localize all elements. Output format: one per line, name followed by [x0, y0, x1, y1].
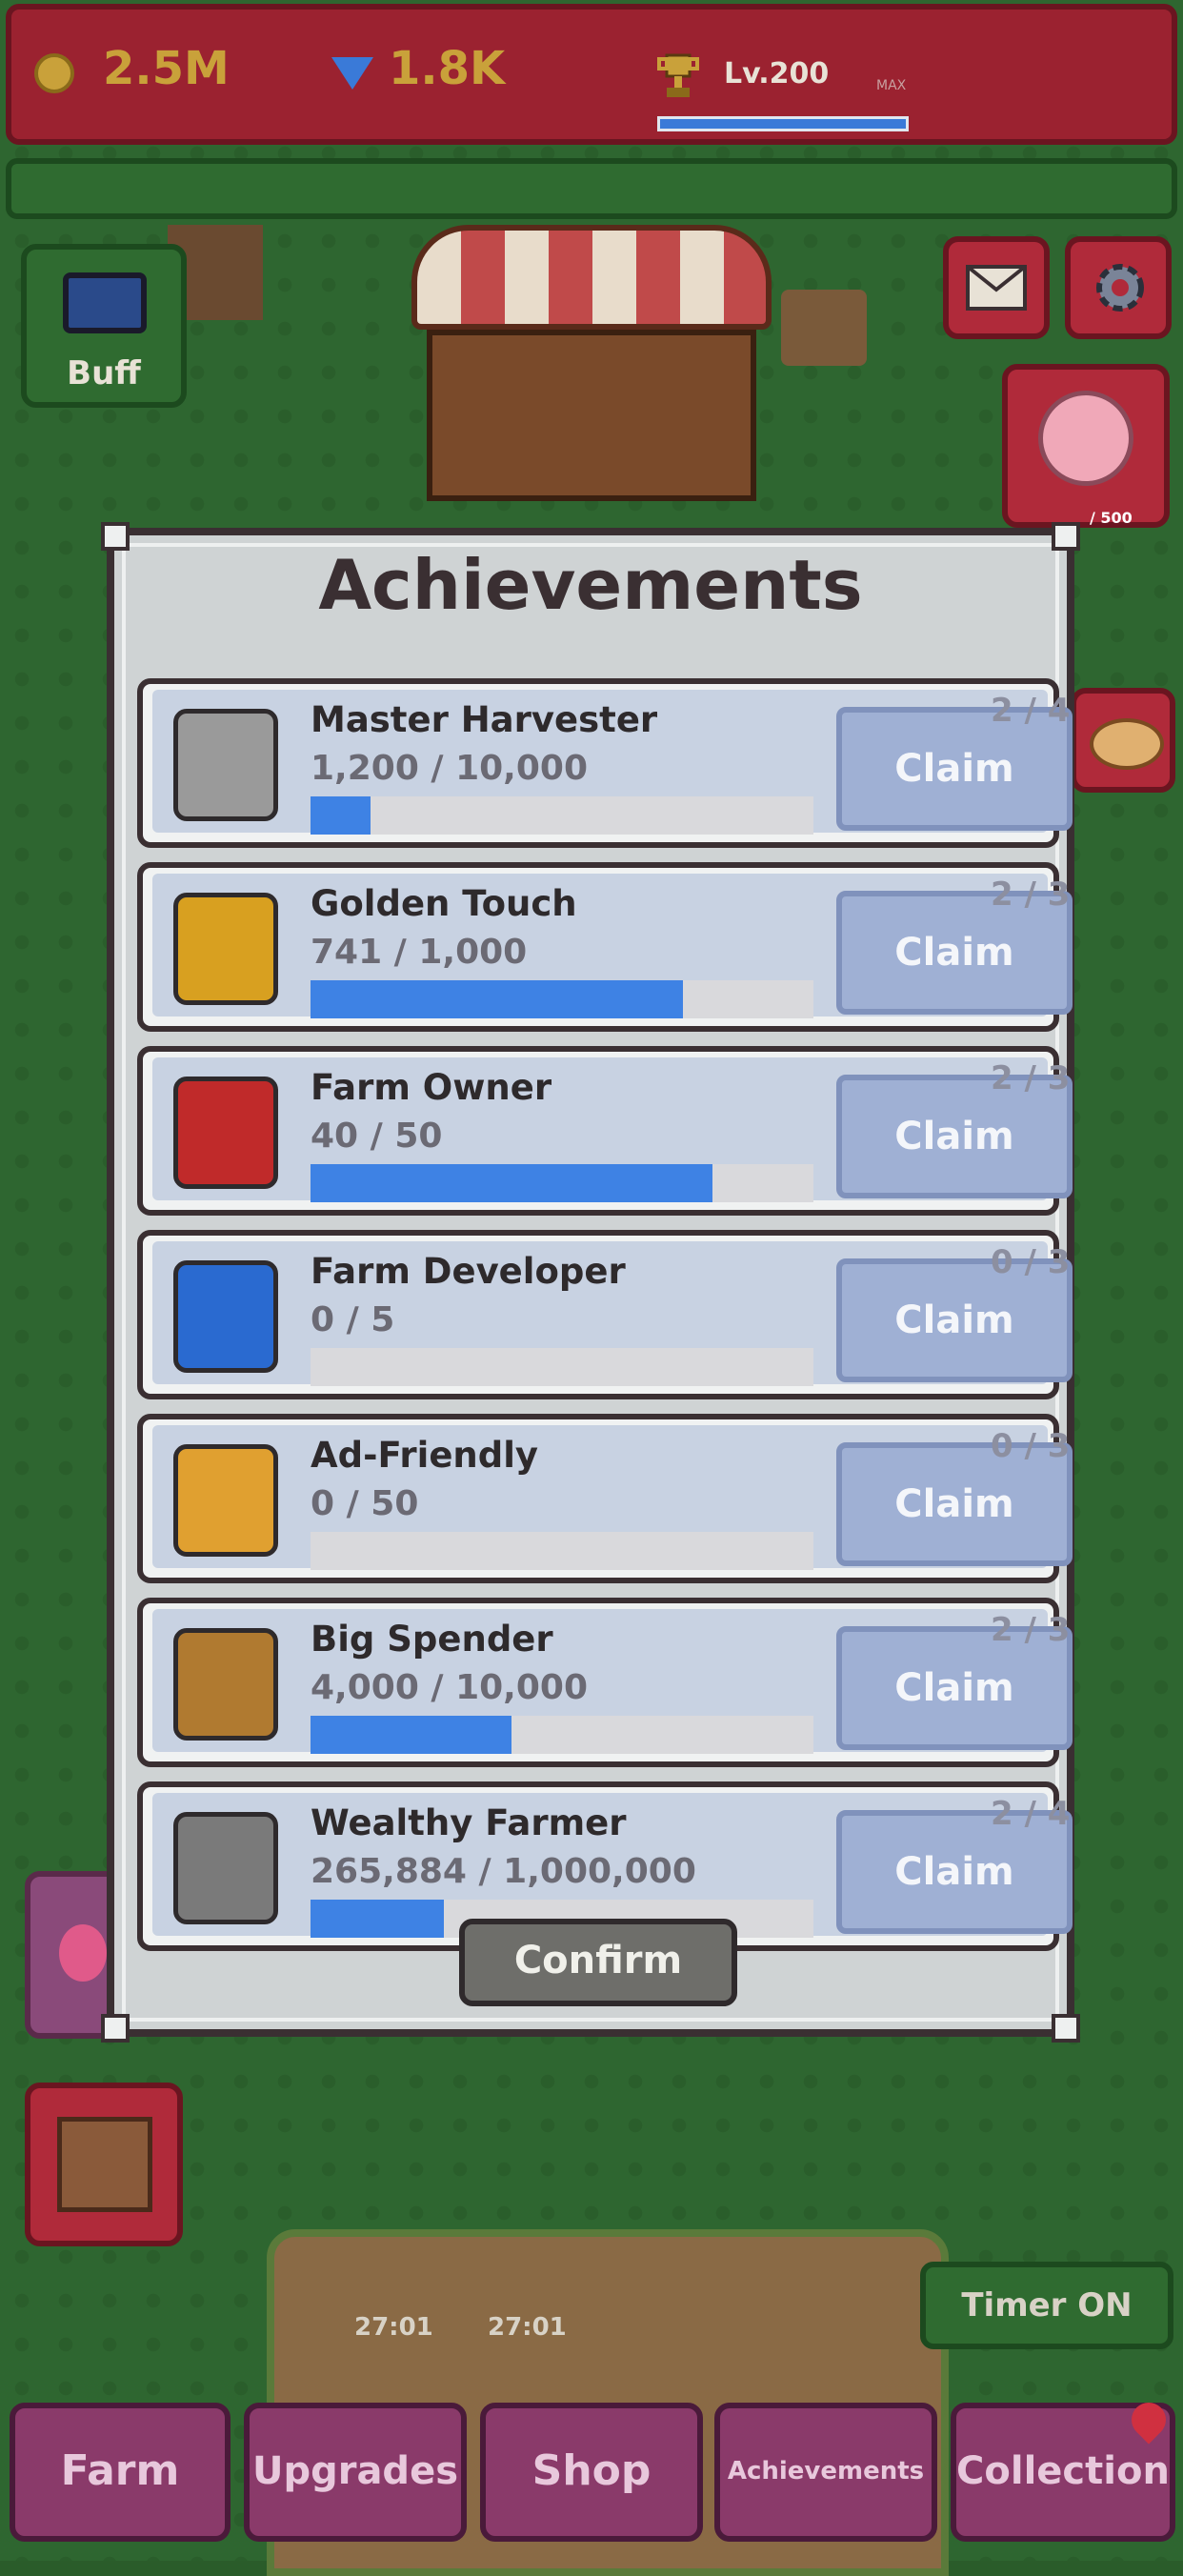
achievement-progress-bar	[311, 980, 813, 1018]
straw-hat-icon	[1090, 718, 1164, 770]
achievement-row: Farm Developer 0 / 5 Claim 0 / 3	[137, 1230, 1073, 1399]
achievement-progress: 1,200 / 10,000	[311, 749, 589, 788]
level-label: Lv.200	[724, 57, 830, 91]
piggy-bank-icon	[1038, 391, 1133, 486]
achievement-name: Ad-Friendly	[311, 1435, 539, 1476]
achievement-progress-fill	[311, 980, 683, 1018]
achievement-progress-fill	[311, 1716, 511, 1754]
blueprint-icon	[160, 1247, 291, 1386]
nav-shop[interactable]: Shop	[480, 2403, 703, 2542]
achievement-row: Farm Owner 40 / 50 Claim 2 / 3	[137, 1046, 1073, 1216]
gold-chest-icon	[160, 879, 291, 1018]
achievement-row: Golden Touch 741 / 1,000 Claim 2 / 3	[137, 862, 1073, 1032]
achievement-name: Golden Touch	[311, 883, 577, 924]
achievement-progress: 741 / 1,000	[311, 933, 528, 972]
gear-icon	[1096, 264, 1144, 312]
confirm-button[interactable]: Confirm	[459, 1919, 737, 2006]
workshop-icon	[57, 2117, 152, 2212]
trophy-icon	[657, 53, 699, 97]
piggy-value: / 500	[1090, 509, 1133, 527]
achievement-tier-count: 0 / 3	[991, 1243, 1071, 1281]
tree-stump	[781, 290, 867, 366]
achievement-name: Farm Owner	[311, 1067, 552, 1108]
dialog-corner	[101, 2014, 130, 2043]
farmer-ad-icon	[160, 1431, 291, 1570]
hammer-wrench-icon	[160, 1799, 291, 1938]
achievement-progress: 0 / 50	[311, 1484, 419, 1523]
level-max-label: MAX	[876, 78, 907, 93]
coin-count: 2.5M	[103, 42, 230, 95]
money-bag-cart-icon	[160, 1615, 291, 1754]
nav-farm[interactable]: Farm	[10, 2403, 231, 2542]
achievement-progress-fill	[311, 796, 371, 835]
achievement-progress: 40 / 50	[311, 1117, 443, 1156]
achievement-tier-count: 0 / 3	[991, 1427, 1071, 1465]
coin-icon	[34, 53, 74, 93]
xp-bar	[6, 158, 1177, 219]
achievement-row: Ad-Friendly 0 / 50 Claim 0 / 3	[137, 1414, 1073, 1583]
gem-count: 1.8K	[389, 42, 506, 95]
achievement-tier-count: 2 / 4	[991, 1795, 1071, 1833]
achievement-row: Master Harvester 1,200 / 10,000 Claim 2 / 4	[137, 678, 1073, 848]
settings-button[interactable]	[1065, 236, 1172, 339]
level-progress-bar	[657, 116, 909, 131]
achievement-name: Big Spender	[311, 1619, 553, 1660]
nav-upgrades[interactable]: Upgrades	[244, 2403, 467, 2542]
field-timer: 27:01	[354, 2313, 433, 2342]
dialog-corner	[1052, 2014, 1080, 2043]
achievement-progress-bar	[311, 1348, 813, 1386]
achievement-tier-count: 2 / 3	[991, 1059, 1071, 1097]
nav-achievements[interactable]: Achievements	[714, 2403, 937, 2542]
flower-pot-icon	[59, 1924, 107, 1982]
achievement-name: Wealthy Farmer	[311, 1802, 627, 1843]
straw-hat-button[interactable]	[1071, 688, 1175, 793]
achievement-progress-fill	[311, 1900, 444, 1938]
achievement-progress-bar	[311, 1532, 813, 1570]
achievement-tier-count: 2 / 3	[991, 875, 1071, 914]
achievement-progress-bar	[311, 1164, 813, 1202]
mail-icon	[966, 265, 1027, 311]
tv-ad-icon	[63, 272, 147, 333]
dialog-title: Achievements	[318, 545, 863, 625]
buff-label: Buff	[67, 354, 141, 392]
mail-button[interactable]	[943, 236, 1050, 339]
achievement-progress: 265,884 / 1,000,000	[311, 1852, 696, 1891]
achievement-progress: 0 / 5	[311, 1300, 395, 1339]
achievement-progress-fill	[311, 1164, 712, 1202]
achievement-tier-count: 2 / 3	[991, 1611, 1071, 1649]
market-stall[interactable]	[427, 330, 756, 501]
piggy-bank-button[interactable]: / 500	[1002, 364, 1170, 528]
achievement-progress-bar	[311, 1716, 813, 1754]
field-timer: 27:01	[488, 2313, 567, 2342]
achievements-dialog: Achievements Master Harvester 1,200 / 10,…	[101, 522, 1080, 2043]
buff-button[interactable]: Buff	[21, 244, 187, 408]
achievement-name: Farm Developer	[311, 1251, 626, 1292]
workshop-button[interactable]	[25, 2083, 183, 2246]
pickaxe-wheat-icon	[160, 695, 291, 835]
gem-icon	[331, 57, 373, 90]
achievement-tier-count: 2 / 4	[991, 692, 1071, 730]
achievement-row: Big Spender 4,000 / 10,000 Claim 2 / 3	[137, 1598, 1073, 1767]
market-stall-roof[interactable]	[411, 225, 772, 330]
achievement-name: Master Harvester	[311, 699, 658, 740]
achievement-progress-bar	[311, 796, 813, 835]
barn-icon	[160, 1063, 291, 1202]
achievement-progress: 4,000 / 10,000	[311, 1668, 589, 1707]
timer-toggle-button[interactable]: Timer ON	[920, 2262, 1173, 2349]
